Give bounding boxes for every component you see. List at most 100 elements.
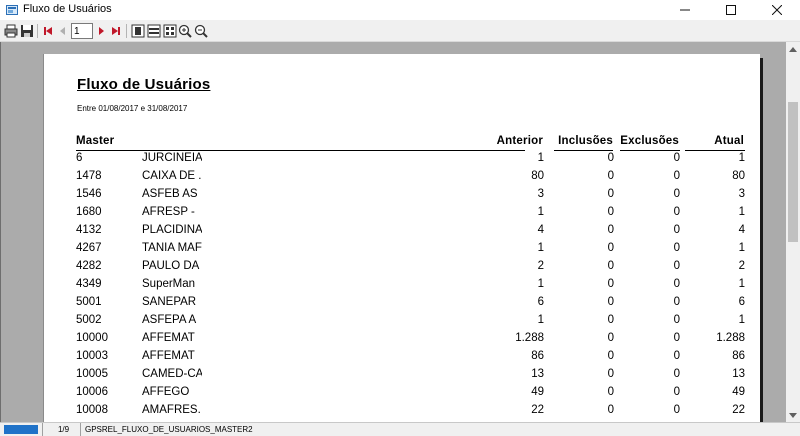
cell-name: AFFEMAT bbox=[142, 332, 195, 344]
cell-atual: 6 bbox=[738, 296, 745, 308]
close-button[interactable] bbox=[754, 0, 800, 20]
prev-page-button[interactable] bbox=[55, 23, 71, 39]
table-row: 10003 AFFEMAT 86 0 0 86 bbox=[44, 350, 761, 368]
cell-atual: 22 bbox=[732, 404, 745, 416]
cell-inclusoes: 0 bbox=[607, 404, 614, 416]
status-bar: 1/9 GPSREL_FLUXO_DE_USUARIOS_MASTER2 bbox=[0, 422, 800, 436]
cell-exclusoes: 0 bbox=[673, 224, 680, 236]
progress-indicator bbox=[4, 425, 38, 434]
scroll-thumb[interactable] bbox=[788, 102, 798, 242]
page-number-input[interactable] bbox=[71, 23, 93, 39]
cell-anterior: 1 bbox=[537, 278, 544, 290]
maximize-button[interactable] bbox=[708, 0, 754, 20]
report-date-range: Entre 01/08/2017 e 31/08/2017 bbox=[77, 104, 188, 113]
save-button[interactable] bbox=[19, 23, 35, 39]
zoom-in-icon bbox=[178, 24, 192, 38]
cell-exclusoes: 0 bbox=[673, 260, 680, 272]
cell-exclusoes: 0 bbox=[673, 188, 680, 200]
report-page: Fluxo de Usuários Entre 01/08/2017 e 31/… bbox=[43, 54, 760, 422]
table-row: 5002 ASFEPA A 1 0 0 1 bbox=[44, 314, 761, 332]
table-row: 1478 CAIXA DE . 80 0 0 80 bbox=[44, 170, 761, 188]
cell-code: 5001 bbox=[76, 296, 102, 308]
cell-code: 1680 bbox=[76, 206, 102, 218]
minimize-button[interactable] bbox=[662, 0, 708, 20]
cell-exclusoes: 0 bbox=[673, 296, 680, 308]
cell-code: 10006 bbox=[76, 386, 108, 398]
table-row: 10006 AFFEGO 49 0 0 49 bbox=[44, 386, 761, 404]
cell-atual: 2 bbox=[738, 260, 745, 272]
cell-anterior: 3 bbox=[537, 188, 544, 200]
cell-code: 10005 bbox=[76, 368, 108, 380]
cell-atual: 3 bbox=[738, 188, 745, 200]
cell-anterior: 4 bbox=[537, 224, 544, 236]
cell-inclusoes: 0 bbox=[607, 188, 614, 200]
zoom-out-button[interactable] bbox=[193, 23, 209, 39]
save-icon bbox=[21, 25, 33, 37]
cell-inclusoes: 0 bbox=[607, 350, 614, 362]
cell-exclusoes: 0 bbox=[673, 386, 680, 398]
cell-atual: 80 bbox=[732, 170, 745, 182]
cell-anterior: 86 bbox=[531, 350, 544, 362]
cell-anterior: 1 bbox=[537, 314, 544, 326]
last-page-button[interactable] bbox=[108, 23, 124, 39]
cell-code: 4267 bbox=[76, 242, 102, 254]
cell-anterior: 1 bbox=[537, 206, 544, 218]
cell-atual: 13 bbox=[732, 368, 745, 380]
cell-exclusoes: 0 bbox=[673, 350, 680, 362]
cell-atual: 1.288 bbox=[716, 332, 745, 344]
cell-anterior: 1 bbox=[537, 242, 544, 254]
cell-anterior: 2 bbox=[537, 260, 544, 272]
whole-page-button[interactable] bbox=[130, 23, 146, 39]
report-name: GPSREL_FLUXO_DE_USUARIOS_MASTER2 bbox=[80, 423, 380, 436]
multi-page-button[interactable] bbox=[162, 23, 178, 39]
cell-atual: 1 bbox=[738, 314, 745, 326]
cell-code: 4282 bbox=[76, 260, 102, 272]
cell-code: 10003 bbox=[76, 350, 108, 362]
cell-anterior: 6 bbox=[537, 296, 544, 308]
report-viewport[interactable]: Fluxo de Usuários Entre 01/08/2017 e 31/… bbox=[0, 42, 786, 422]
cell-exclusoes: 0 bbox=[673, 404, 680, 416]
cell-name: AFRESP - bbox=[142, 206, 195, 218]
first-page-button[interactable] bbox=[40, 23, 56, 39]
cell-exclusoes: 0 bbox=[673, 278, 680, 290]
cell-code: 4132 bbox=[76, 224, 102, 236]
column-header-anterior: Anterior bbox=[496, 135, 543, 147]
first-page-icon bbox=[44, 27, 52, 35]
next-page-button[interactable] bbox=[93, 23, 109, 39]
next-page-icon bbox=[99, 27, 104, 35]
cell-code: 5002 bbox=[76, 314, 102, 326]
prev-page-icon bbox=[60, 27, 65, 35]
cell-name: PLACIDINA bbox=[142, 224, 202, 236]
header-rule bbox=[685, 150, 745, 151]
cell-name: ASFEB AS bbox=[142, 188, 198, 200]
cell-code: 1546 bbox=[76, 188, 102, 200]
cell-exclusoes: 0 bbox=[673, 314, 680, 326]
cell-code: 4349 bbox=[76, 278, 102, 290]
report-title: Fluxo de Usuários bbox=[77, 76, 211, 93]
cell-anterior: 80 bbox=[531, 170, 544, 182]
cell-atual: 1 bbox=[738, 278, 745, 290]
table-row: 5001 SANEPAR 6 0 0 6 bbox=[44, 296, 761, 314]
vertical-scrollbar[interactable] bbox=[786, 42, 800, 422]
cell-inclusoes: 0 bbox=[607, 386, 614, 398]
scroll-down-button[interactable] bbox=[786, 408, 800, 422]
toolbar bbox=[0, 20, 800, 42]
table-row: 10008 AMAFRES. 22 0 0 22 bbox=[44, 404, 761, 422]
cell-name: TANIA MAF bbox=[142, 242, 202, 254]
zoom-in-button[interactable] bbox=[177, 23, 193, 39]
page-width-button[interactable] bbox=[146, 23, 162, 39]
cell-anterior: 22 bbox=[531, 404, 544, 416]
cell-code: 10008 bbox=[76, 404, 108, 416]
cell-name: SuperMan bbox=[142, 278, 196, 290]
print-button[interactable] bbox=[3, 23, 19, 39]
scroll-up-button[interactable] bbox=[786, 42, 800, 56]
cell-atual: 49 bbox=[732, 386, 745, 398]
cell-name: SANEPAR bbox=[142, 296, 197, 308]
toolbar-separator bbox=[126, 24, 127, 38]
cell-inclusoes: 0 bbox=[607, 296, 614, 308]
cell-name: AFFEMAT bbox=[142, 350, 195, 362]
cell-inclusoes: 0 bbox=[607, 242, 614, 254]
cell-code: 1478 bbox=[76, 170, 102, 182]
column-header-master: Master bbox=[76, 135, 115, 147]
table-row: 1680 AFRESP - 1 0 0 1 bbox=[44, 206, 761, 224]
